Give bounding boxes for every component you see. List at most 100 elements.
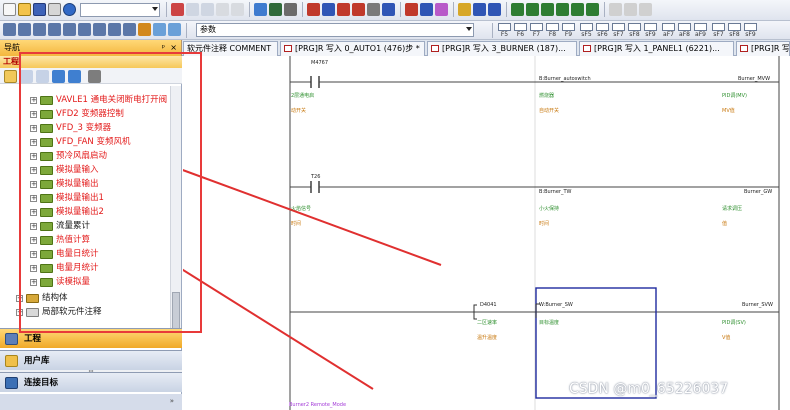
device-label: D4041 [480,302,497,308]
find-icon[interactable] [254,3,267,16]
device-batch-icon[interactable] [458,3,471,16]
ladder-delete-icon[interactable] [571,3,584,16]
button-label: 用户库 [24,356,50,366]
list-icon[interactable] [33,23,46,36]
fkey-button[interactable]: sF8 [728,23,741,38]
comment-icon[interactable] [48,23,61,36]
watermark: CSDN @m0_65226037 [569,381,729,397]
cut-icon[interactable] [171,3,184,16]
zoom-icon[interactable] [639,3,652,16]
open-folder-icon[interactable] [18,3,31,16]
print-icon[interactable] [48,3,61,16]
jump-icon[interactable] [138,23,151,36]
navigation-title-text: 导航 [4,43,20,52]
cross-ref-icon[interactable] [123,23,136,36]
output-comment: 请求调压 [722,206,743,212]
ladder-program-icon [583,45,591,52]
fkey-button[interactable]: sF7 [612,23,625,38]
statement-icon[interactable] [63,23,76,36]
fkey-button[interactable]: F5 [498,23,511,38]
run-icon[interactable] [405,3,418,16]
parameter-icon[interactable] [488,3,501,16]
redo-icon[interactable] [231,3,244,16]
separator [492,23,493,38]
parameter-combo-value: 参数 [200,25,216,34]
output-comment: MV值 [722,108,735,114]
find-device-icon[interactable] [168,23,181,36]
window-cascade-icon[interactable] [609,3,622,16]
diagnostics-icon[interactable] [435,3,448,16]
separator [453,2,454,17]
nav-connection-button[interactable]: 连接目标 [0,372,182,392]
panel-footer[interactable]: » [0,394,182,410]
device-icon[interactable] [473,3,486,16]
info-icon[interactable] [153,23,166,36]
separator [604,2,605,17]
annotation-arrow [183,169,442,266]
compile-icon[interactable] [367,3,380,16]
ladder-program-icon [740,45,748,52]
parameter-combo[interactable]: 参数 [196,23,474,37]
tab-label: [PRG]R 写入 0_AUTO1 (476)步 * [295,44,420,53]
new-file-icon[interactable] [3,3,16,16]
paste-icon[interactable] [201,3,214,16]
fkey-button[interactable]: F8 [546,23,559,38]
output-comment: V值 [722,335,731,341]
contact-comment: 火焰信号 [291,206,312,212]
fkey-button[interactable]: sF8 [628,23,641,38]
annotation-arrow [183,268,374,390]
contact-device-label: M4767 [311,60,329,66]
fkey-button[interactable]: aF8 [678,23,691,38]
convert-icon[interactable] [382,3,395,16]
undo-icon[interactable] [216,3,229,16]
ladder-editor[interactable]: M4767 2层通电启 动开关 B:Burner_autoswitch 燃烧器 … [183,56,790,410]
fkey-button[interactable]: aF9 [694,23,707,38]
new-item-icon[interactable] [4,70,17,83]
monitor-icon[interactable] [284,3,297,16]
tab-panel1[interactable]: [PRG]R 写入 1_PANEL1 (6221)... [579,41,734,56]
fkey-button[interactable]: aF7 [662,23,675,38]
ladder-branch-icon[interactable] [541,3,554,16]
ladder-line-icon[interactable] [556,3,569,16]
nav-library-button[interactable]: 用户库 [0,350,182,370]
toolbar-combo-1[interactable] [80,3,160,17]
fkey-button[interactable]: sF6 [596,23,609,38]
rung-footer-label: Burner2 Remote_Mode [289,402,347,408]
save-icon[interactable] [33,3,46,16]
ladder-contact-icon[interactable] [511,3,524,16]
contact-device-label: T26 [311,174,321,180]
read-plc-icon[interactable] [322,3,335,16]
fkey-button[interactable]: sF7 [712,23,725,38]
output-comment: PID调(MV) [722,93,747,99]
button-label: 连接目标 [24,378,59,388]
tree-icon[interactable] [18,23,31,36]
window-tile-icon[interactable] [624,3,637,16]
chevron-down-icon [152,7,158,11]
tab-burner[interactable]: [PRG]R 写入 3_BURNER (187)... [427,41,577,56]
button-label: 工程 [24,334,42,344]
replace-icon[interactable] [269,3,282,16]
copy-icon[interactable] [186,3,199,16]
note-icon[interactable] [78,23,91,36]
watch-icon[interactable] [108,23,121,36]
fkey-button[interactable]: F6 [514,23,527,38]
fkey-button[interactable]: sF9 [644,23,657,38]
write-plc-icon[interactable] [307,3,320,16]
verify-icon[interactable] [337,3,350,16]
coil-device-label: B:Burner_TW [539,189,572,195]
fkey-button[interactable]: sF5 [580,23,593,38]
ladder-function-icon[interactable] [586,3,599,16]
ladder-coil-icon[interactable] [526,3,539,16]
project-icon[interactable] [3,23,16,36]
tab-label: [PRG]R 写 [751,44,790,53]
help-icon[interactable] [63,3,76,16]
stop-icon[interactable] [420,3,433,16]
coil-comment: 自动开关 [539,108,560,114]
device-memory-icon[interactable] [93,23,106,36]
fkey-button[interactable]: F7 [530,23,543,38]
tab-auto1[interactable]: [PRG]R 写入 0_AUTO1 (476)步 * [280,41,425,56]
fkey-button[interactable]: F9 [562,23,575,38]
tab-more[interactable]: [PRG]R 写 [736,41,790,56]
online-edit-icon[interactable] [352,3,365,16]
fkey-button[interactable]: sF9 [744,23,757,38]
